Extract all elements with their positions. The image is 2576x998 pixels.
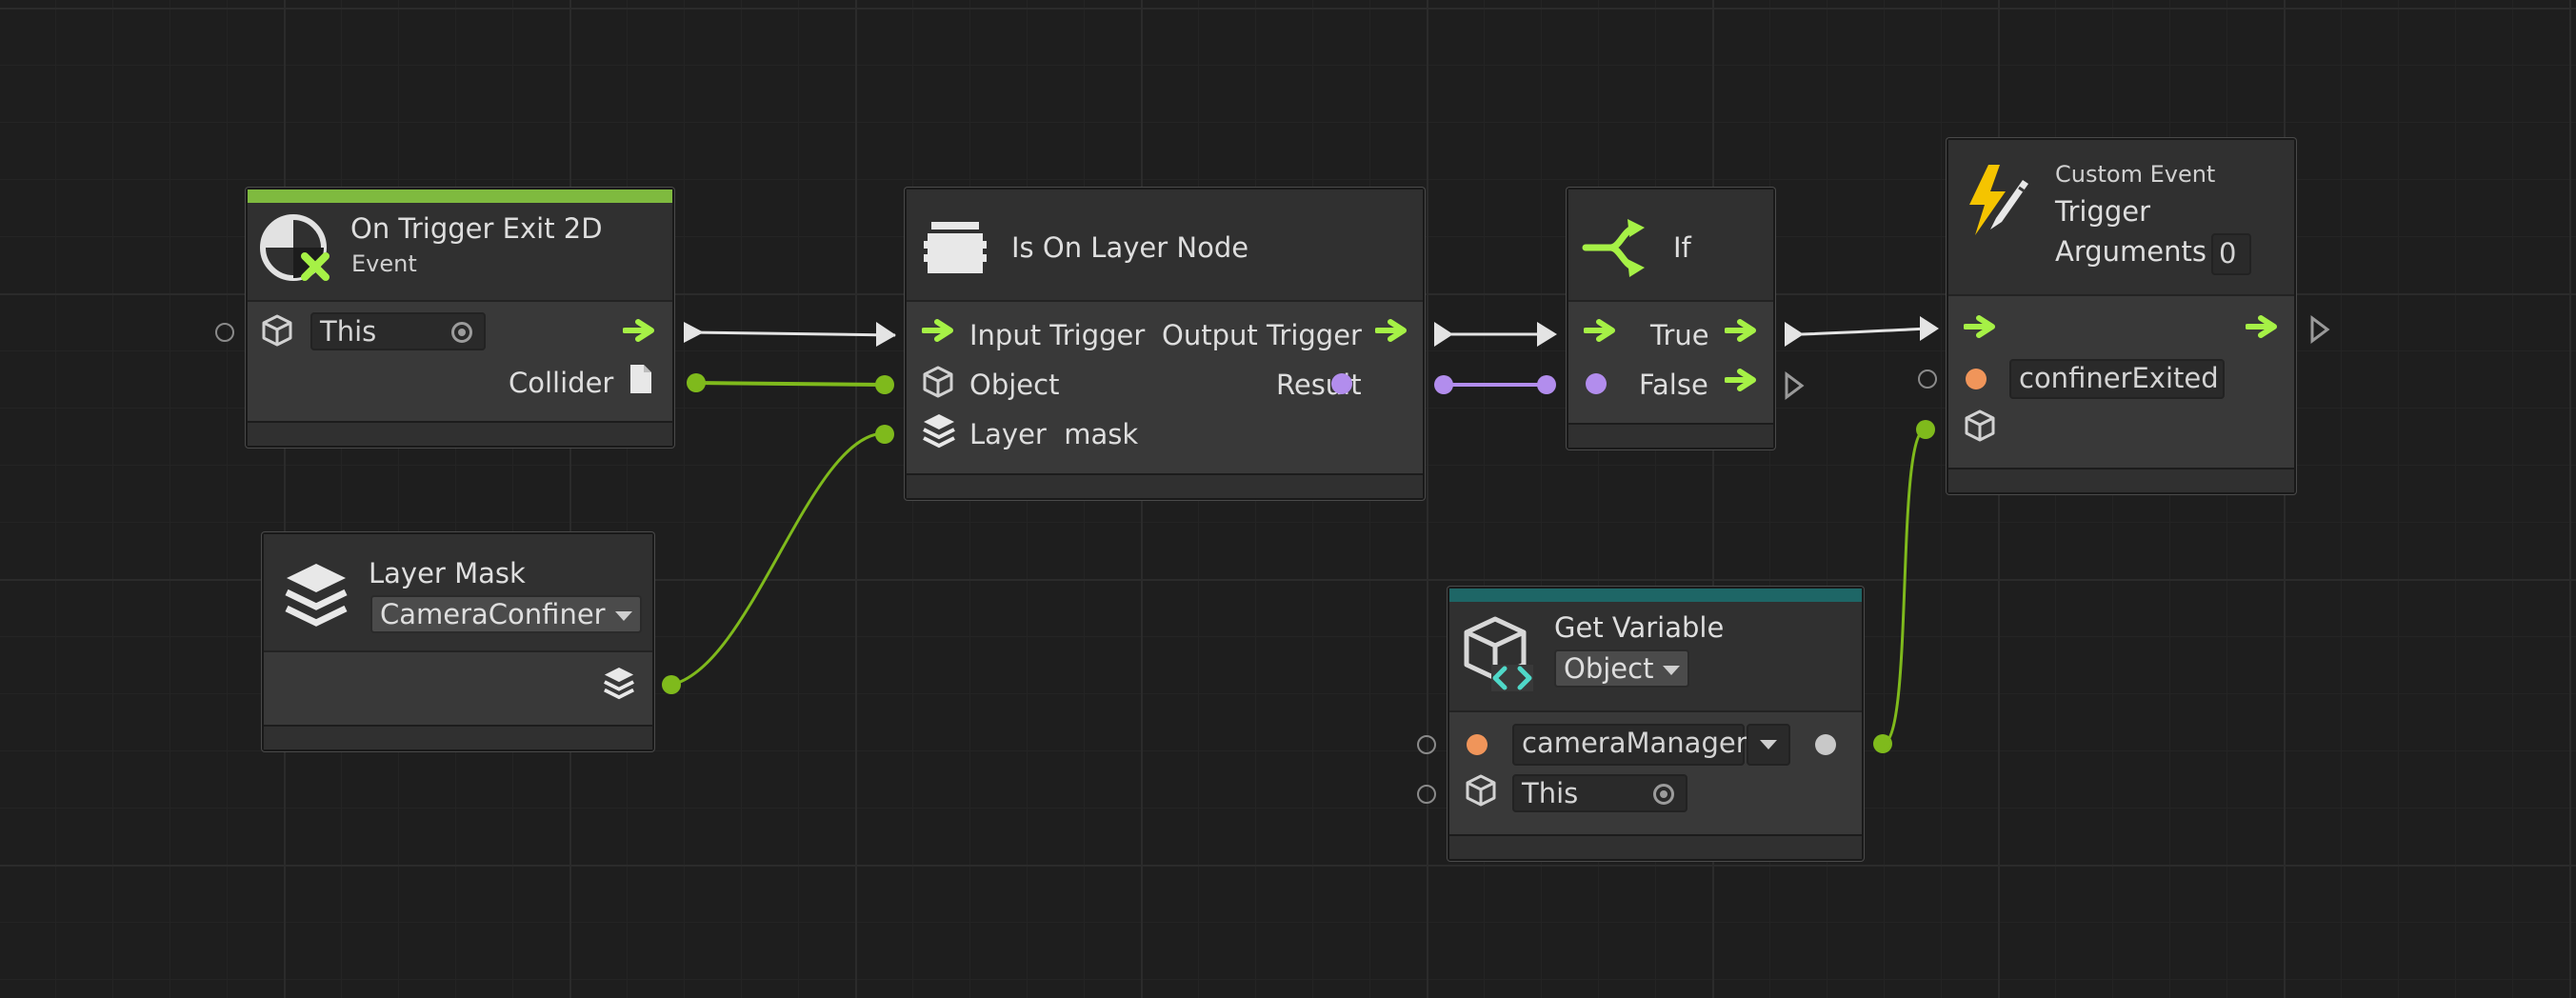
collider-label: Collider — [509, 367, 614, 399]
variable-name-field[interactable]: cameraManager — [1512, 724, 1747, 766]
layers-icon — [923, 414, 955, 449]
control-input-arrow-icon — [922, 319, 953, 342]
arguments-count-field[interactable]: 0 — [2211, 233, 2251, 275]
false-label: False — [1639, 369, 1708, 401]
cube-icon — [262, 314, 292, 347]
branch-icon — [1582, 219, 1645, 277]
true-label: True — [1650, 319, 1709, 351]
control-output-arrow-icon — [623, 319, 654, 342]
layers-icon — [285, 564, 348, 627]
control-output-arrow-icon — [2246, 315, 2277, 338]
node-title: Layer Mask — [369, 557, 526, 589]
custom-event-name-port[interactable] — [1918, 369, 1937, 389]
variable-color-bar — [1449, 589, 1862, 602]
layers-output-icon — [604, 668, 634, 700]
event-name-field[interactable]: confinerExited — [2009, 359, 2225, 399]
custom-event-overline: Custom Event — [2055, 161, 2216, 188]
object-label: Object — [969, 369, 1060, 401]
get-variable-name-port[interactable] — [1417, 735, 1436, 754]
chevron-down-icon — [614, 611, 632, 621]
custom-event-trigger-node[interactable]: Custom Event Trigger Arguments 0 confine… — [1947, 138, 2296, 494]
get-variable-target-port[interactable] — [1417, 785, 1436, 804]
target-value: This — [320, 315, 377, 348]
variable-name-dropdown[interactable] — [1747, 724, 1790, 766]
chevron-down-icon — [1760, 740, 1777, 749]
chevron-down-icon — [1663, 666, 1681, 675]
node-title: Get Variable — [1554, 611, 1725, 644]
condition-input-port[interactable] — [1586, 373, 1607, 394]
layer-mask-node[interactable]: Layer Mask CameraConfiner — [262, 532, 654, 751]
cube-icon — [1965, 409, 1995, 442]
node-box-icon — [924, 222, 987, 273]
node-title: On Trigger Exit 2D — [350, 212, 603, 245]
value-output-port[interactable] — [1815, 734, 1836, 755]
lightning-pencil-icon — [1969, 165, 2028, 235]
if-node[interactable]: If True False — [1567, 188, 1775, 449]
event-target-port[interactable] — [215, 323, 234, 342]
variable-wire — [1882, 428, 1927, 746]
layer-mask-label: Layer mask — [969, 418, 1139, 450]
event-name-input-port[interactable] — [1966, 369, 1987, 389]
variable-kind-selected: Object — [1564, 652, 1654, 685]
event-color-bar — [248, 190, 672, 203]
layermask-wire — [670, 431, 886, 687]
node-subtitle: Event — [351, 250, 417, 277]
false-output-arrow-icon — [1725, 369, 1756, 391]
graph-canvas[interactable]: On Trigger Exit 2D Event This Collider I… — [0, 0, 2576, 998]
control-input-arrow-icon — [1964, 315, 1995, 338]
cube-icon — [923, 366, 953, 398]
control-wire-event-to-layer — [689, 330, 896, 337]
cube-icon — [1466, 774, 1496, 807]
control-input-arrow-icon — [1584, 319, 1615, 342]
event-name: confinerExited — [2019, 362, 2219, 394]
node-title: Is On Layer Node — [1011, 231, 1249, 264]
true-output-arrow-icon — [1725, 319, 1756, 342]
result-output-port[interactable] — [1331, 373, 1352, 394]
layer-mask-dropdown[interactable]: CameraConfiner — [370, 595, 642, 633]
node-title-line1: Trigger — [2055, 195, 2151, 228]
on-trigger-exit-2d-node[interactable]: On Trigger Exit 2D Event This Collider — [246, 188, 674, 448]
node-title-line2: Arguments — [2055, 235, 2207, 268]
trigger-exit-event-icon — [260, 214, 329, 281]
target-picker-icon[interactable] — [451, 322, 472, 343]
variable-kind-dropdown[interactable]: Object — [1554, 649, 1690, 688]
output-trigger-label: Output Trigger — [1162, 319, 1362, 351]
collider-wire — [695, 381, 886, 387]
file-icon — [630, 365, 651, 393]
target-picker-icon[interactable] — [1653, 784, 1674, 805]
node-title: If — [1673, 231, 1691, 264]
variable-name: cameraManager — [1522, 727, 1747, 759]
get-variable-node[interactable]: Get Variable Object cameraManager This — [1448, 587, 1864, 861]
arguments-count: 0 — [2219, 237, 2237, 269]
control-output-arrow-icon — [1375, 319, 1407, 342]
input-trigger-label: Input Trigger — [969, 319, 1146, 351]
layer-mask-selected: CameraConfiner — [380, 598, 606, 630]
is-on-layer-node[interactable]: Is On Layer Node Input Trigger Output Tr… — [905, 188, 1425, 500]
variable-name-input-port[interactable] — [1467, 734, 1488, 755]
variable-cube-icon — [1464, 616, 1533, 691]
target-value: This — [1522, 777, 1579, 809]
control-wire-if-to-custom-event — [1801, 327, 1930, 336]
